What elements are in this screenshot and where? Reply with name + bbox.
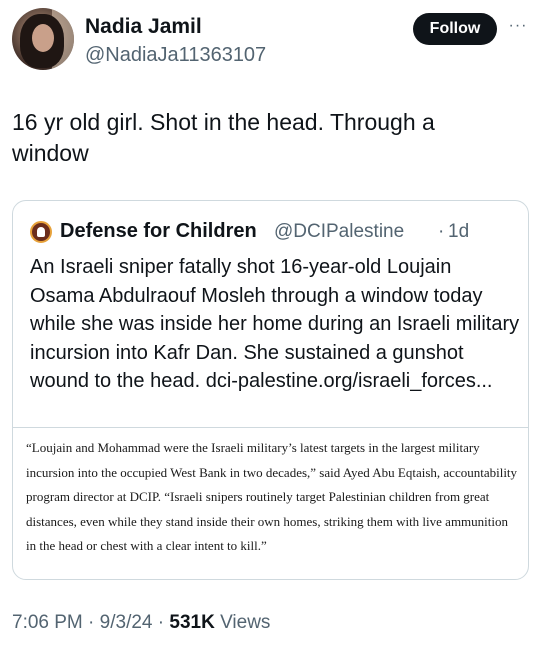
quoted-separator: · (438, 221, 445, 242)
tweet-time[interactable]: 7:06 PM (12, 612, 83, 633)
tweet-header: Nadia Jamil @NadiaJa11363107 Follow ··· (12, 8, 528, 74)
quoted-timestamp[interactable]: 1d (448, 221, 469, 243)
author-name[interactable]: Nadia Jamil (85, 15, 202, 39)
quoted-tweet[interactable]: Defense for Children @DCIPalestine · 1d … (12, 200, 529, 580)
avatar-face (32, 24, 54, 52)
follow-button[interactable]: Follow (413, 13, 497, 45)
quoted-card-text: “Loujain and Mohammad were the Israeli m… (26, 440, 518, 553)
more-options-icon[interactable]: ··· (506, 17, 530, 39)
quoted-author-handle[interactable]: @DCIPalestine (274, 221, 404, 243)
tweet-text: 16 yr old girl. Shot in the head. Throug… (12, 109, 435, 166)
author-avatar[interactable] (12, 8, 74, 70)
meta-dot: · (88, 612, 95, 633)
quoted-author-name[interactable]: Defense for Children (60, 220, 257, 243)
quoted-tweet-text: An Israeli sniper fatally shot 16-year-o… (30, 256, 520, 392)
meta-dot: · (157, 612, 165, 633)
tweet-date[interactable]: 9/3/24 (100, 612, 153, 633)
tweet-meta: 7:06 PM · 9/3/24 · 531K Views (12, 612, 270, 634)
views-count[interactable]: 531K (169, 612, 214, 633)
author-handle[interactable]: @NadiaJa11363107 (85, 44, 266, 67)
quoted-link-card[interactable]: “Loujain and Mohammad were the Israeli m… (13, 427, 528, 579)
quoted-author-avatar[interactable] (30, 221, 52, 243)
views-label: Views (220, 612, 271, 633)
